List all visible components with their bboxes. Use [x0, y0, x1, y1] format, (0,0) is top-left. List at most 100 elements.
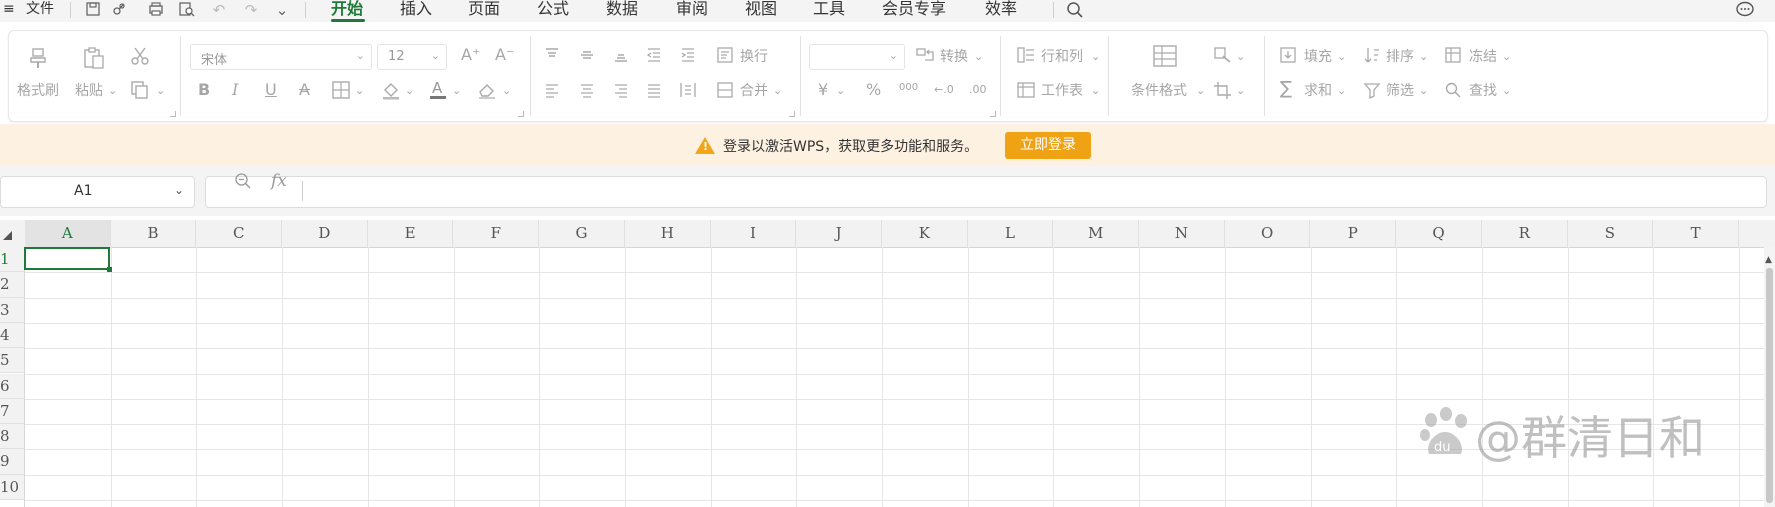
sort-label[interactable]: 排序 — [1386, 49, 1414, 65]
format-painter-icon[interactable] — [27, 46, 49, 75]
sort-icon[interactable] — [1363, 46, 1381, 69]
row-header-8[interactable]: 8 — [0, 424, 25, 450]
alignment-expander-icon[interactable] — [789, 111, 795, 117]
increase-decimal-button[interactable]: ←.0 — [934, 82, 954, 98]
freeze-label[interactable]: 冻结 — [1469, 49, 1497, 65]
row-header-6[interactable]: 6 — [0, 373, 25, 399]
rows-cols-icon[interactable] — [1016, 46, 1036, 69]
tab-efficiency[interactable]: 效率 — [985, 0, 1017, 18]
font-shrink-button[interactable]: A⁻ — [495, 47, 514, 63]
chevron-down-icon[interactable]: ⌄ — [974, 49, 983, 65]
column-header-a[interactable]: A — [25, 220, 111, 247]
column-header-t[interactable]: T — [1653, 220, 1739, 247]
scroll-up-icon[interactable]: ▲ — [1765, 255, 1772, 265]
row-header-9[interactable]: 9 — [0, 449, 25, 475]
worksheet-label[interactable]: 工作表 — [1041, 83, 1083, 99]
row-header-7[interactable]: 7 — [0, 398, 25, 425]
thousands-separator-button[interactable]: 000 — [899, 80, 918, 96]
tab-insert[interactable]: 插入 — [400, 0, 432, 18]
font-size-dropdown[interactable]: 12 ⌄ — [377, 44, 447, 70]
paste-dropdown-icon[interactable]: ⌄ — [108, 83, 117, 99]
underline-button[interactable]: U — [265, 82, 277, 98]
column-header-q[interactable]: Q — [1396, 220, 1482, 247]
align-center-icon[interactable] — [578, 81, 596, 104]
fill-color-icon[interactable] — [381, 80, 401, 105]
column-header-r[interactable]: R — [1482, 220, 1568, 247]
align-left-icon[interactable] — [543, 81, 561, 104]
row-header-2[interactable]: 2 — [0, 272, 25, 298]
crop-icon[interactable] — [1213, 81, 1233, 104]
column-header-i[interactable]: I — [711, 220, 797, 247]
font-expander-icon[interactable] — [518, 111, 524, 117]
wrap-text-icon[interactable] — [716, 46, 734, 69]
scrollbar-thumb[interactable] — [1766, 268, 1773, 503]
chevron-down-icon[interactable]: ⌄ — [1419, 49, 1428, 65]
column-header-b[interactable]: B — [111, 220, 197, 247]
select-all-corner-icon[interactable] — [3, 231, 12, 240]
chevron-down-icon[interactable]: ⌄ — [1502, 49, 1511, 65]
percent-button[interactable]: % — [866, 82, 881, 98]
chevron-down-icon[interactable]: ⌄ — [355, 83, 364, 99]
wrap-text-label[interactable]: 换行 — [740, 49, 768, 65]
strikethrough-button[interactable]: A — [299, 82, 310, 98]
rows-cols-label[interactable]: 行和列 — [1041, 49, 1083, 65]
active-cell-a1[interactable] — [24, 247, 110, 270]
tab-member[interactable]: 会员专享 — [882, 0, 946, 18]
chevron-down-icon[interactable]: ⌄ — [1236, 49, 1245, 65]
increase-indent-icon[interactable] — [679, 46, 697, 69]
column-header-m[interactable]: M — [1053, 220, 1140, 247]
tab-review[interactable]: 审阅 — [676, 0, 708, 18]
tab-view[interactable]: 视图 — [745, 0, 777, 18]
border-icon[interactable] — [331, 80, 351, 105]
paste-label[interactable]: 粘贴 — [75, 83, 103, 99]
column-header-f[interactable]: F — [454, 220, 540, 247]
row-header-10[interactable]: 10 — [0, 474, 25, 500]
chevron-down-icon[interactable]: ⌄ — [1337, 83, 1346, 99]
align-top-icon[interactable] — [543, 46, 561, 69]
italic-button[interactable]: I — [232, 82, 238, 98]
column-header-c[interactable]: C — [196, 220, 283, 247]
fill-label[interactable]: 填充 — [1304, 49, 1332, 65]
insert-function-button[interactable]: fx — [271, 171, 287, 191]
column-header-h[interactable]: H — [625, 220, 711, 247]
find-label[interactable]: 查找 — [1469, 83, 1497, 99]
column-header-s[interactable]: S — [1568, 220, 1654, 247]
formula-input[interactable] — [205, 176, 1767, 208]
copy-icon[interactable] — [130, 80, 150, 105]
column-header-n[interactable]: N — [1139, 220, 1225, 247]
more-chevron-icon[interactable]: ⌄ — [272, 1, 292, 19]
font-name-dropdown[interactable]: 宋体 ⌄ — [190, 44, 372, 70]
filter-label[interactable]: 筛选 — [1386, 83, 1414, 99]
worksheet-icon[interactable] — [1016, 81, 1036, 104]
column-header-e[interactable]: E — [368, 220, 454, 247]
chevron-down-icon[interactable]: ⌄ — [1337, 49, 1346, 65]
chevron-down-icon[interactable]: ⌄ — [1196, 83, 1205, 99]
chat-bubble-icon[interactable] — [1735, 1, 1755, 19]
chevron-down-icon[interactable]: ⌄ — [452, 83, 461, 99]
freeze-icon[interactable] — [1444, 46, 1462, 69]
column-header-l[interactable]: L — [968, 220, 1054, 247]
find-icon[interactable] — [1444, 81, 1462, 104]
merge-label[interactable]: 合并 — [740, 83, 768, 99]
tab-data[interactable]: 数据 — [606, 0, 638, 18]
filter-icon[interactable] — [1363, 81, 1381, 104]
currency-button[interactable]: ¥ — [818, 82, 828, 98]
login-now-button[interactable]: 立即登录 — [1005, 132, 1091, 159]
chevron-down-icon[interactable]: ⌄ — [1091, 49, 1100, 65]
link-icon[interactable] — [109, 1, 129, 19]
print-preview-icon[interactable] — [177, 1, 197, 19]
save-icon[interactable] — [83, 1, 103, 19]
hamburger-icon[interactable]: ≡ — [3, 0, 15, 18]
column-header-p[interactable]: P — [1311, 220, 1397, 247]
align-right-icon[interactable] — [612, 81, 630, 104]
column-header-o[interactable]: O — [1225, 220, 1311, 247]
chevron-down-icon[interactable]: ⌄ — [1502, 83, 1511, 99]
conditional-format-label[interactable]: 条件格式 — [1131, 83, 1187, 99]
tab-tools[interactable]: 工具 — [813, 0, 845, 18]
number-expander-icon[interactable] — [990, 111, 996, 117]
row-header-5[interactable]: 5 — [0, 348, 25, 374]
chevron-down-icon[interactable]: ⌄ — [405, 83, 414, 99]
file-menu[interactable]: 文件 — [26, 0, 54, 18]
convert-icon[interactable] — [915, 46, 935, 69]
bold-button[interactable]: B — [198, 82, 210, 98]
